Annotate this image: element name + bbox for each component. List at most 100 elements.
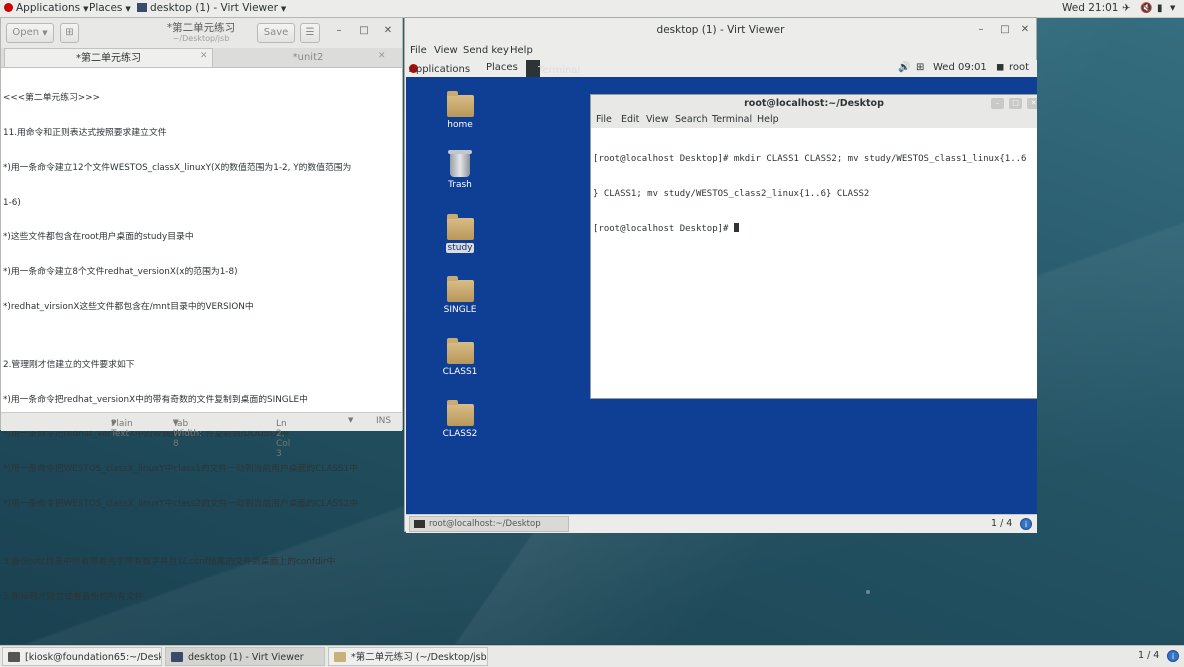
text-line: *)用一条命令建立8个文件redhat_versionX(x的范围为1-8) <box>3 267 238 278</box>
menu-help[interactable]: Help <box>510 45 533 56</box>
network-icon[interactable]: ⊞ <box>916 62 924 73</box>
notification-icon[interactable]: i <box>1020 518 1032 530</box>
menu-view[interactable]: View <box>646 114 669 125</box>
text-line: <<<第二单元练习>>> <box>3 93 101 104</box>
guest-task-label: root@localhost:~/Desktop <box>429 519 541 529</box>
minimize-button[interactable]: – <box>331 25 347 36</box>
desktop-icon-home[interactable]: home <box>435 91 485 130</box>
chevron-down-icon: ▼ <box>125 5 131 13</box>
terminal-output[interactable]: [root@localhost Desktop]# mkdir CLASS1 C… <box>593 131 1026 259</box>
guest-applications-label: Applications <box>409 64 471 75</box>
taskbar-label: desktop (1) - Virt Viewer <box>188 652 304 663</box>
chevron-down-icon[interactable]: ▼ <box>348 416 353 424</box>
menu-search[interactable]: Search <box>675 114 708 125</box>
terminal-menubar: File Edit View Search Terminal Help <box>591 113 1037 128</box>
terminal-line: } CLASS1; mv study/WESTOS_class2_linux{1… <box>593 188 870 199</box>
tab-label: *第二单元练习 <box>76 53 141 64</box>
places-menu[interactable]: Places ▼ <box>89 0 131 17</box>
guest-terminal-taskbutton[interactable]: Terminal <box>526 60 580 77</box>
icon-label: Trash <box>448 180 472 190</box>
tab-unit2[interactable]: *unit2 <box>214 48 402 67</box>
menu-help[interactable]: Help <box>757 114 779 125</box>
maximize-button[interactable]: □ <box>997 24 1013 35</box>
folder-icon <box>446 276 474 302</box>
icon-label: SINGLE <box>443 305 477 315</box>
save-button[interactable]: Save <box>257 23 295 43</box>
system-menu-chevron-icon[interactable]: ▼ <box>1170 0 1175 17</box>
applications-menu[interactable]: Applications ▼ <box>4 0 89 17</box>
terminal-window: root@localhost:~/Desktop – □ ✕ File Edit… <box>590 94 1037 399</box>
minimize-button[interactable]: – <box>991 98 1004 109</box>
guest-places-menu[interactable]: Places <box>486 62 518 73</box>
taskbar-item-virt-viewer[interactable]: desktop (1) - Virt Viewer <box>165 647 325 666</box>
guest-task-terminal[interactable]: root@localhost:~/Desktop <box>409 516 569 532</box>
virt-viewer-menubar: File View Send key Help <box>405 44 1036 59</box>
menu-terminal[interactable]: Terminal <box>712 114 752 125</box>
desktop-icon-trash[interactable]: Trash <box>435 150 485 190</box>
desktop-icon-class2[interactable]: CLASS2 <box>435 400 485 439</box>
cursor-position-label: Ln 2, Col 3 <box>276 419 291 459</box>
terminal-title: root@localhost:~/Desktop <box>591 95 1037 113</box>
guest-workspace-indicator[interactable]: 1 / 4 <box>991 518 1012 529</box>
desktop-icon-class1[interactable]: CLASS1 <box>435 338 485 377</box>
text-line: *)用一条命令把WESTOS_classX_linuxY中class2的文件一动… <box>3 498 359 509</box>
maximize-button[interactable]: □ <box>356 25 372 36</box>
guest-user[interactable]: root <box>1009 62 1029 73</box>
menu-send-key[interactable]: Send key <box>463 45 509 56</box>
desktop-icon-study[interactable]: study <box>435 214 485 253</box>
insert-mode: INS <box>376 416 392 426</box>
hamburger-icon: ☰ <box>305 27 315 38</box>
battery-icon[interactable]: ▮ <box>1157 0 1163 17</box>
hamburger-menu-button[interactable]: ☰ <box>300 23 320 43</box>
clock[interactable]: Wed 21:01 <box>1062 0 1119 17</box>
chevron-down-icon: ▼ <box>173 419 179 427</box>
new-document-button[interactable]: ⊞ <box>60 23 79 43</box>
menu-file[interactable]: File <box>410 45 427 56</box>
terminal-icon <box>414 520 425 528</box>
text-line: *)用一条命令建立12个文件WESTOS_classX_linuxY(X的数值范… <box>3 162 352 173</box>
close-button[interactable]: ✕ <box>1017 24 1033 35</box>
text-editor-window: Open ▼ ⊞ *第二单元练习 ~/Desktop/jsb Save ☰ – … <box>0 17 403 602</box>
text-line: 5.删掉刚才建立或者备份的所有文件 <box>3 591 144 602</box>
tab-close-icon[interactable]: ✕ <box>200 51 208 61</box>
guest-bottom-bar: root@localhost:~/Desktop 1 / 4 i <box>406 514 1037 533</box>
editor-text-area[interactable]: <<<第二单元练习>>> 11.用命令和正则表达式按照要求建立文件 *)用一条命… <box>3 70 399 627</box>
text-line: 3.备份/etc目录中所有带有名字带有数字并且以.conf结尾的文件到桌面上的c… <box>3 556 336 567</box>
icon-label: study <box>445 243 475 253</box>
desktop-icon-single[interactable]: SINGLE <box>435 276 485 315</box>
workspace-indicator[interactable]: 1 / 4 <box>1138 650 1159 661</box>
notification-icon[interactable]: i <box>1167 650 1179 662</box>
taskbar-label: *第二单元练习 (~/Desktop/jsb) - ... <box>351 652 488 663</box>
volume-icon[interactable]: 🔇 <box>1140 0 1152 17</box>
open-button[interactable]: Open ▼ <box>6 23 54 43</box>
close-button[interactable]: ✕ <box>1027 98 1037 109</box>
new-document-icon: ⊞ <box>65 27 74 38</box>
virt-viewer-title: desktop (1) - Virt Viewer <box>656 24 785 36</box>
guest-clock[interactable]: Wed 09:01 <box>933 62 987 73</box>
menu-view[interactable]: View <box>434 45 458 56</box>
minimize-button[interactable]: – <box>973 24 989 35</box>
active-window-menu[interactable]: desktop (1) - Virt Viewer ▼ <box>137 0 286 17</box>
chevron-down-icon: ▼ <box>111 419 117 427</box>
trash-icon <box>448 150 472 177</box>
maximize-button[interactable]: □ <box>1009 98 1022 109</box>
tab-unit2-practice[interactable]: *第二单元练习 <box>4 48 213 67</box>
terminal-prompt: [root@localhost Desktop]# <box>593 224 734 234</box>
taskbar-item-terminal[interactable]: [kiosk@foundation65:~/Desktop] <box>2 647 162 666</box>
chevron-down-icon: ▼ <box>280 5 287 13</box>
text-editor-icon <box>334 652 346 662</box>
close-button[interactable]: ✕ <box>380 25 396 36</box>
taskbar-label: [kiosk@foundation65:~/Desktop] <box>25 652 162 663</box>
menu-file[interactable]: File <box>596 114 612 125</box>
user-icon: ◼ <box>996 62 1005 73</box>
taskbar-item-editor[interactable]: *第二单元练习 (~/Desktop/jsb) - ... <box>328 647 488 666</box>
icon-label: home <box>447 120 473 130</box>
menu-edit[interactable]: Edit <box>621 114 639 125</box>
active-window-label: desktop (1) - Virt Viewer <box>150 2 278 14</box>
tab-close-icon[interactable]: ✕ <box>378 51 386 61</box>
desktop-dot <box>866 590 870 594</box>
airplane-icon[interactable]: ✈ <box>1122 0 1130 17</box>
text-line: 2.管理刚才信建立的文件要求如下 <box>3 359 135 370</box>
editor-status-bar: Plain Text ▼ Tab Width: 8 ▼ Ln 2, Col 3 … <box>1 412 402 459</box>
volume-icon[interactable]: 🔊 <box>898 62 910 73</box>
